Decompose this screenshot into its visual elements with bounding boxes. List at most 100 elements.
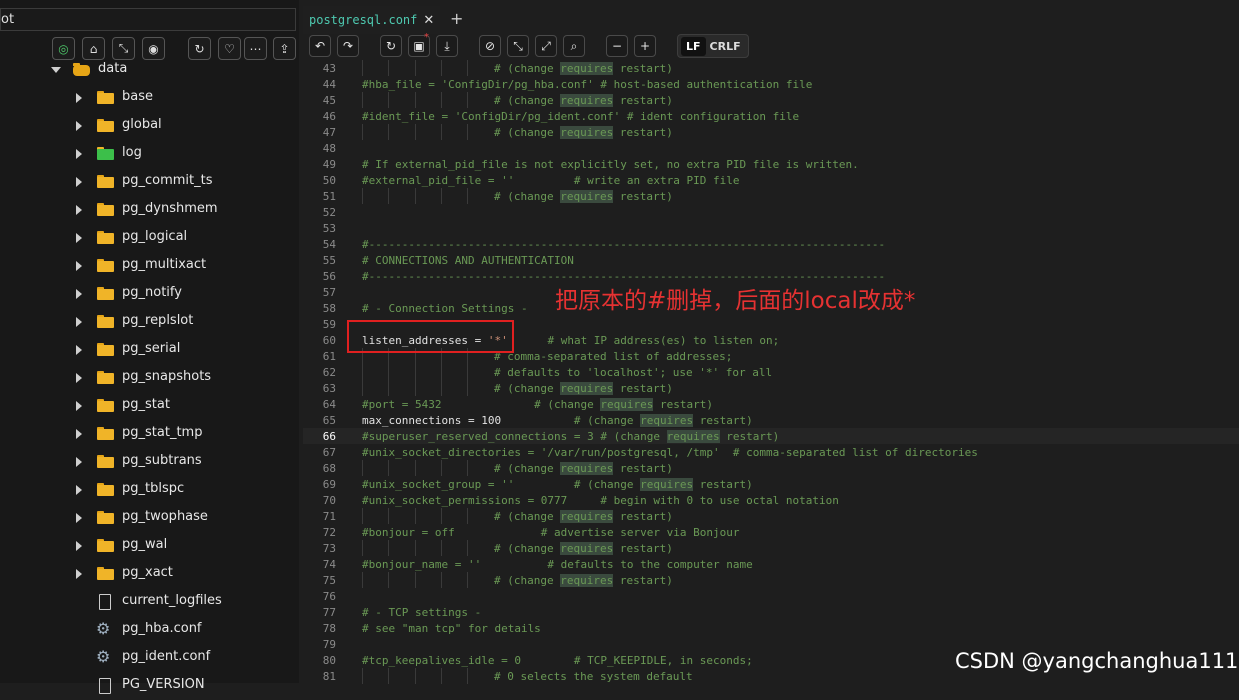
new-tab-button[interactable]: + (450, 9, 463, 28)
path-input[interactable]: ot (0, 8, 296, 31)
search-icon[interactable]: ⌕ (563, 35, 585, 57)
code-line[interactable]: 46 #ident_file = 'ConfigDir/pg_ident.conf… (303, 108, 1239, 124)
chevron-right-icon[interactable] (76, 345, 82, 355)
tree-item[interactable]: pg_wal (0, 532, 299, 560)
chevron-right-icon[interactable] (76, 513, 82, 523)
code-line[interactable]: 67 #unix_socket_directories = '/var/run/p… (303, 444, 1239, 460)
chevron-right-icon[interactable] (76, 485, 82, 495)
code-line[interactable]: 63 # (change requires restart) (303, 380, 1239, 396)
collapse-icon[interactable]: ⤡ (507, 35, 529, 57)
code-line[interactable]: 54 #-------------------------------------… (303, 236, 1239, 252)
code-line[interactable]: 64 #port = 5432 # (change requires restar… (303, 396, 1239, 412)
code-line[interactable]: 44 #hba_file = 'ConfigDir/pg_hba.conf' # … (303, 76, 1239, 92)
code-editor[interactable]: 43 # (change requires restart) 44 #hba_file… (303, 60, 1239, 684)
zoom-out-button[interactable]: − (606, 35, 628, 57)
code-line[interactable]: 51 # (change requires restart) (303, 188, 1239, 204)
code-text: #hba_file = 'ConfigDir/pg_hba.conf' # ho… (362, 78, 813, 91)
download-icon[interactable]: ⤓ (436, 35, 458, 57)
tab-postgresql-conf[interactable]: postgresql.conf ✕ (303, 6, 441, 34)
code-line[interactable]: 53 (303, 220, 1239, 236)
code-line[interactable]: 47 # (change requires restart) (303, 124, 1239, 140)
tree-item[interactable]: pg_snapshots (0, 364, 299, 392)
code-line[interactable]: 45 # (change requires restart) (303, 92, 1239, 108)
tree-item[interactable]: pg_twophase (0, 504, 299, 532)
tree-item[interactable]: pg_logical (0, 224, 299, 252)
tree-item[interactable]: pg_replslot (0, 308, 299, 336)
tree-item[interactable]: pg_stat_tmp (0, 420, 299, 448)
code-line[interactable]: 49 # If external_pid_file is not explicit… (303, 156, 1239, 172)
chevron-right-icon[interactable] (76, 261, 82, 271)
tree-item[interactable]: pg_serial (0, 336, 299, 364)
chevron-right-icon[interactable] (76, 205, 82, 215)
chevron-right-icon[interactable] (76, 233, 82, 243)
chevron-right-icon[interactable] (76, 289, 82, 299)
indent-guide (362, 572, 363, 588)
tree-item[interactable]: data (0, 56, 299, 84)
tree-item[interactable]: pg_multixact (0, 252, 299, 280)
code-line[interactable]: 66 #superuser_reserved_connections = 3 # … (303, 428, 1239, 444)
tree-item[interactable]: pg_stat (0, 392, 299, 420)
code-line[interactable]: 50 #external_pid_file = '' # write an ext… (303, 172, 1239, 188)
undo-icon[interactable]: ↶ (309, 35, 331, 57)
tree-item[interactable]: pg_xact (0, 560, 299, 588)
code-line[interactable]: 75 # (change requires restart) (303, 572, 1239, 588)
expand-icon[interactable]: ⤢ (535, 35, 557, 57)
code-line[interactable]: 43 # (change requires restart) (303, 60, 1239, 76)
code-line[interactable]: 62 # defaults to 'localhost'; use '*' for… (303, 364, 1239, 380)
tree-item[interactable]: global (0, 112, 299, 140)
zoom-in-button[interactable]: + (634, 35, 656, 57)
code-line[interactable]: 55 # CONNECTIONS AND AUTHENTICATION (303, 252, 1239, 268)
code-line[interactable]: 76 (303, 588, 1239, 604)
chevron-right-icon[interactable] (76, 569, 82, 579)
indent-guide (415, 572, 416, 588)
crlf-option[interactable]: CRLF (710, 40, 741, 53)
code-line[interactable]: 68 # (change requires restart) (303, 460, 1239, 476)
chevron-right-icon[interactable] (76, 401, 82, 411)
tree-item[interactable]: pg_notify (0, 280, 299, 308)
lf-option[interactable]: LF (681, 36, 706, 56)
code-line[interactable]: 73 # (change requires restart) (303, 540, 1239, 556)
save-icon[interactable]: ▣ * (408, 32, 430, 57)
chevron-right-icon[interactable] (76, 429, 82, 439)
chevron-down-icon[interactable] (51, 67, 61, 73)
chevron-right-icon[interactable] (76, 541, 82, 551)
tree-item[interactable]: base (0, 84, 299, 112)
code-line[interactable]: 65 max_connections = 100 # (change requir… (303, 412, 1239, 428)
code-line[interactable]: 74 #bonjour_name = '' # defaults to the c… (303, 556, 1239, 572)
code-line[interactable]: 72 #bonjour = off # advertise server via … (303, 524, 1239, 540)
code-line[interactable]: 78 # see "man tcp" for details (303, 620, 1239, 636)
line-number: 75 (322, 574, 336, 587)
close-icon[interactable]: ✕ (423, 13, 434, 28)
tree-item[interactable]: PG_VERSION (0, 672, 299, 700)
chevron-right-icon[interactable] (76, 457, 82, 467)
indent-guide (441, 92, 442, 108)
tree-item[interactable]: log (0, 140, 299, 168)
code-line[interactable]: 48 (303, 140, 1239, 156)
code-line[interactable]: 77 # - TCP settings - (303, 604, 1239, 620)
code-line[interactable]: 70 #unix_socket_permissions = 0777 # begi… (303, 492, 1239, 508)
annotation-text: 把原本的#删掉，后面的local改成* (555, 288, 916, 314)
line-number: 70 (322, 494, 336, 507)
tree-item[interactable]: pg_tblspc (0, 476, 299, 504)
tree-item[interactable]: current_logfiles (0, 588, 299, 616)
indent-guide (441, 460, 442, 476)
compass-icon[interactable]: ⊘ (479, 35, 501, 57)
tree-item[interactable]: ⚙ pg_hba.conf (0, 616, 299, 644)
tree-item[interactable]: ⚙ pg_ident.conf (0, 644, 299, 672)
line-ending-toggle[interactable]: LF CRLF (677, 34, 749, 58)
tree-item[interactable]: pg_dynshmem (0, 196, 299, 224)
folder-icon (97, 511, 114, 524)
chevron-right-icon[interactable] (76, 177, 82, 187)
chevron-right-icon[interactable] (76, 149, 82, 159)
code-line[interactable]: 69 #unix_socket_group = '' # (change requ… (303, 476, 1239, 492)
reload-icon[interactable]: ↻ (380, 35, 402, 57)
tree-item[interactable]: pg_subtrans (0, 448, 299, 476)
chevron-right-icon[interactable] (76, 121, 82, 131)
code-line[interactable]: 71 # (change requires restart) (303, 508, 1239, 524)
chevron-right-icon[interactable] (76, 93, 82, 103)
code-line[interactable]: 52 (303, 204, 1239, 220)
chevron-right-icon[interactable] (76, 373, 82, 383)
chevron-right-icon[interactable] (76, 317, 82, 327)
tree-item[interactable]: pg_commit_ts (0, 168, 299, 196)
redo-icon[interactable]: ↷ (337, 35, 359, 57)
